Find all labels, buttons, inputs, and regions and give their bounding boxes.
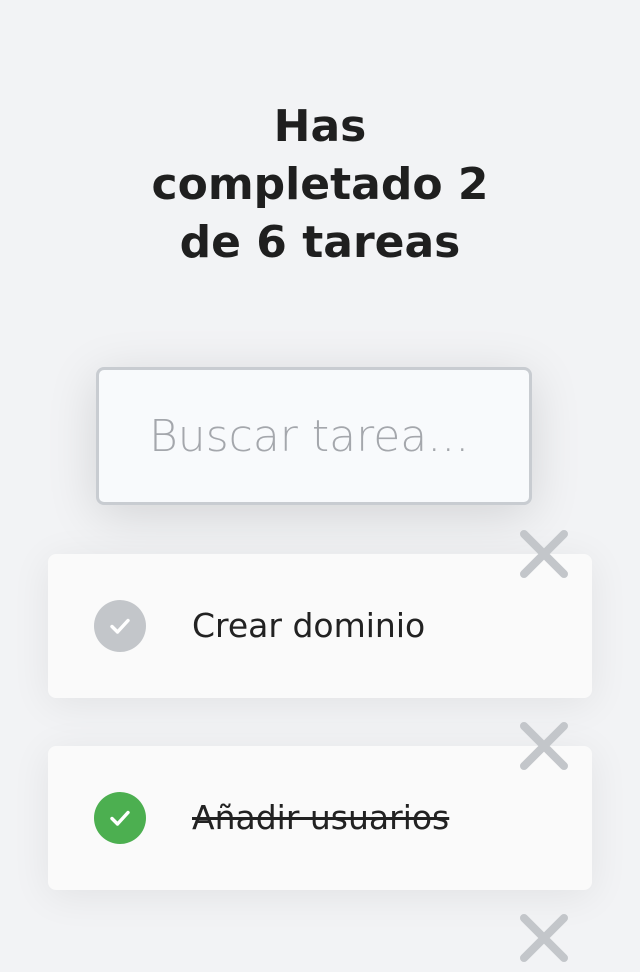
close-icon <box>520 722 568 770</box>
close-icon <box>520 914 568 962</box>
complete-toggle[interactable] <box>94 600 146 652</box>
delete-button[interactable] <box>514 716 574 776</box>
todo-item: Crear dominio <box>48 554 592 698</box>
check-icon <box>110 618 130 634</box>
title-line: de 6 tareas <box>179 217 461 268</box>
delete-button[interactable] <box>514 908 574 968</box>
search-box <box>96 367 532 505</box>
title-line: completado 2 <box>151 159 489 210</box>
todo-text: Añadir usuarios <box>192 798 450 837</box>
todo-text: Crear dominio <box>192 606 426 645</box>
delete-button[interactable] <box>514 524 574 584</box>
check-icon <box>110 810 130 826</box>
close-icon <box>520 530 568 578</box>
todo-item: Añadir usuarios <box>48 746 592 890</box>
page-title: Has completado 2 de 6 tareas <box>0 98 640 272</box>
search-input[interactable] <box>99 370 529 502</box>
title-line: Has <box>273 101 367 152</box>
complete-toggle[interactable] <box>94 792 146 844</box>
